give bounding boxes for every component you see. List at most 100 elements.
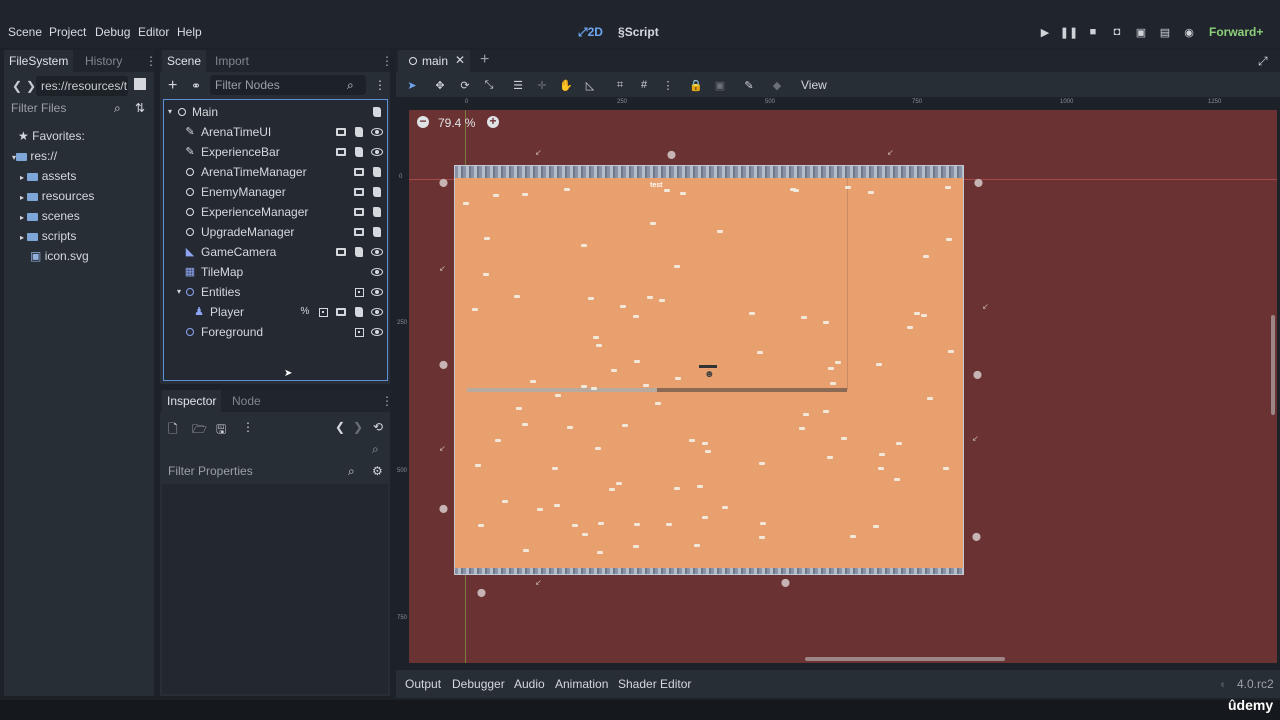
- menu-debug[interactable]: Debug: [95, 25, 130, 39]
- zoom-out-icon[interactable]: −: [417, 115, 429, 128]
- unique-name-icon[interactable]: %: [298, 305, 312, 319]
- movie-maker-icon[interactable]: ◉: [1182, 25, 1196, 39]
- tab-debugger[interactable]: Debugger: [452, 677, 505, 691]
- open-in-editor-icon[interactable]: [352, 165, 366, 179]
- object-search-icon[interactable]: ⌕: [372, 442, 379, 457]
- script-icon[interactable]: [352, 305, 366, 319]
- forward-icon[interactable]: ❯: [26, 79, 36, 93]
- group-icon[interactable]: [352, 285, 366, 299]
- remote-debug-icon[interactable]: ◘: [1110, 25, 1124, 39]
- stop-icon[interactable]: ■: [1086, 25, 1100, 39]
- tab-filesystem[interactable]: FileSystem: [4, 50, 74, 72]
- snap-options-icon[interactable]: ⋮: [659, 78, 677, 92]
- open-in-editor-icon[interactable]: [334, 245, 348, 259]
- open-in-editor-icon[interactable]: [334, 145, 348, 159]
- list-select-icon[interactable]: ☰: [509, 78, 527, 92]
- scene-node-foreground[interactable]: Foreground: [168, 322, 384, 342]
- toggle-split-icon[interactable]: [134, 78, 146, 90]
- history-back-icon[interactable]: ❮: [335, 420, 345, 434]
- scene-node-main[interactable]: ▾ Main: [168, 102, 384, 122]
- scene-menu-icon[interactable]: ⋮: [374, 78, 386, 92]
- add-tab-icon[interactable]: +: [480, 51, 489, 69]
- scene-node-upgrademanager[interactable]: UpgradeManager: [168, 222, 384, 242]
- bone-icon[interactable]: ✎: [740, 78, 758, 92]
- scene-node-experiencemanager[interactable]: ExperienceManager: [168, 202, 384, 222]
- open-in-editor-icon[interactable]: [334, 125, 348, 139]
- grid-snap-icon[interactable]: #: [635, 78, 653, 92]
- ruler-tool-icon[interactable]: ◺: [581, 78, 599, 92]
- add-node-icon[interactable]: +: [168, 77, 177, 95]
- script-icon[interactable]: [352, 245, 366, 259]
- list-item[interactable]: ▸ resources: [20, 186, 94, 206]
- play-custom-scene-icon[interactable]: ▤: [1158, 25, 1172, 39]
- scale-tool-icon[interactable]: ⤡: [480, 78, 498, 92]
- renderer-select[interactable]: Forward+: [1209, 25, 1263, 39]
- visibility-eye-icon[interactable]: [370, 265, 384, 279]
- rotate-tool-icon[interactable]: ⟳: [456, 78, 474, 92]
- path-field[interactable]: res://resources/t: [36, 76, 128, 96]
- player-sprite-icon[interactable]: ☻: [704, 369, 715, 380]
- menu-scene[interactable]: Scene: [8, 25, 42, 39]
- visibility-eye-icon[interactable]: [370, 145, 384, 159]
- pivot-tool-icon[interactable]: ✛: [533, 78, 551, 92]
- visibility-eye-icon[interactable]: [370, 305, 384, 319]
- mode-2d-button[interactable]: ⤢2D: [578, 25, 603, 40]
- save-resource-icon[interactable]: 🖫: [216, 420, 226, 441]
- tab-history[interactable]: History: [80, 50, 127, 72]
- tab-animation[interactable]: Animation: [555, 677, 608, 691]
- sort-icon[interactable]: ⇅: [135, 101, 145, 115]
- visibility-eye-icon[interactable]: [370, 245, 384, 259]
- tab-output[interactable]: Output: [405, 677, 441, 691]
- script-icon[interactable]: [352, 125, 366, 139]
- back-icon[interactable]: ❮: [12, 79, 22, 93]
- scene-node-arenatimemanager[interactable]: ArenaTimeManager: [168, 162, 384, 182]
- view-menu[interactable]: View: [801, 78, 827, 92]
- tab-main[interactable]: main ✕: [398, 50, 470, 72]
- script-icon[interactable]: [370, 105, 384, 119]
- favorites-row[interactable]: ★ Favorites:: [18, 126, 85, 146]
- tab-inspector[interactable]: Inspector: [162, 390, 222, 412]
- script-icon[interactable]: [370, 185, 384, 199]
- script-icon[interactable]: [370, 165, 384, 179]
- play-scene-icon[interactable]: ▣: [1134, 25, 1148, 39]
- filter-properties-input[interactable]: Filter Properties: [163, 461, 363, 481]
- pan-tool-icon[interactable]: ✋: [557, 78, 575, 92]
- tab-scene[interactable]: Scene: [162, 50, 207, 72]
- filter-nodes-input[interactable]: Filter Nodes: [210, 75, 366, 95]
- menu-project[interactable]: Project: [49, 25, 86, 39]
- lock-icon[interactable]: 🔒: [687, 78, 705, 92]
- dock-menu-icon[interactable]: ⋮: [381, 394, 393, 408]
- list-item[interactable]: ▸ scripts: [20, 226, 76, 246]
- zoom-in-icon[interactable]: +: [487, 115, 499, 128]
- select-tool-icon[interactable]: ➤: [403, 78, 421, 92]
- scene-node-entities[interactable]: ▾ Entities: [168, 282, 384, 302]
- visibility-icon[interactable]: ◆: [768, 78, 786, 92]
- tab-shader-editor[interactable]: Shader Editor: [618, 677, 691, 691]
- group-icon[interactable]: [316, 305, 330, 319]
- canvas-viewport[interactable]: test ☻ ↙ ⬤ ↙ ⬤ ⬤ ↙ ↙ ⬤ ⬤ ↙ ↙ ⬤ ⬤ ↙ ⬤ ⬤ −…: [409, 110, 1277, 663]
- zoom-level[interactable]: 79.4 %: [438, 116, 475, 130]
- group-icon[interactable]: [352, 325, 366, 339]
- history-icon[interactable]: ⟲: [373, 420, 383, 434]
- dock-menu-icon[interactable]: ⋮: [381, 54, 393, 68]
- scene-node-enemymanager[interactable]: EnemyManager: [168, 182, 384, 202]
- scene-node-experiencebar[interactable]: ✎ ExperienceBar: [168, 142, 384, 162]
- visibility-eye-icon[interactable]: [370, 285, 384, 299]
- pause-icon[interactable]: ❚❚: [1060, 25, 1078, 39]
- open-in-editor-icon[interactable]: [334, 305, 348, 319]
- filter-files-input[interactable]: Filter Files: [6, 98, 130, 118]
- mode-script-button[interactable]: §Script: [618, 25, 659, 39]
- script-icon[interactable]: [352, 145, 366, 159]
- script-icon[interactable]: [370, 225, 384, 239]
- history-forward-icon[interactable]: ❯: [353, 420, 363, 434]
- root-row[interactable]: ▾ res://: [12, 146, 57, 166]
- tab-audio[interactable]: Audio: [514, 677, 545, 691]
- group-icon[interactable]: ▣: [711, 78, 729, 92]
- scene-node-arenatimeui[interactable]: ✎ ArenaTimeUI: [168, 122, 384, 142]
- close-icon[interactable]: ✕: [455, 53, 465, 67]
- script-icon[interactable]: [370, 205, 384, 219]
- list-item[interactable]: ▸ scenes: [20, 206, 80, 226]
- tab-import[interactable]: Import: [210, 50, 254, 72]
- settings-tune-icon[interactable]: ⚙: [372, 464, 383, 478]
- move-tool-icon[interactable]: ✥: [431, 78, 449, 92]
